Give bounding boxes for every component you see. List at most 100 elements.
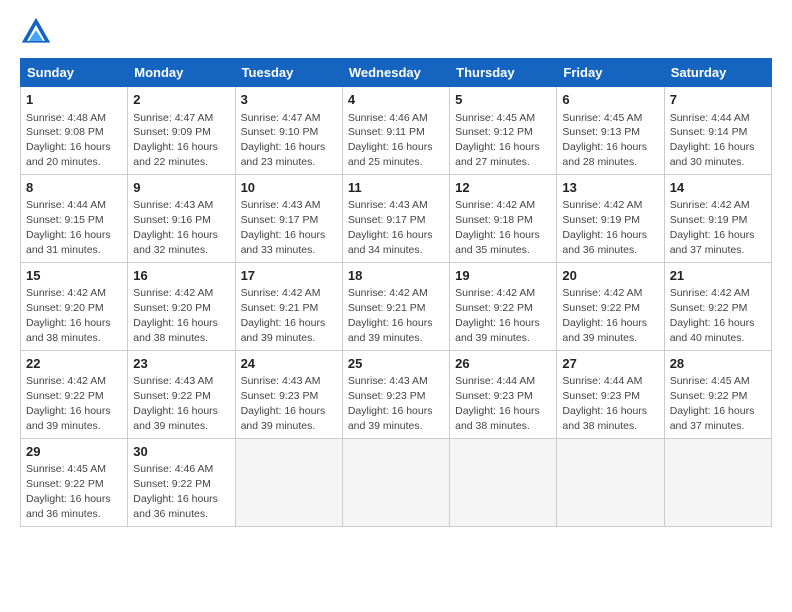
day-info: Sunrise: 4:42 AM Sunset: 9:18 PM Dayligh… bbox=[455, 199, 540, 256]
week-row-1: 1 Sunrise: 4:48 AM Sunset: 9:08 PM Daylig… bbox=[21, 87, 772, 175]
week-row-4: 22 Sunrise: 4:42 AM Sunset: 9:22 PM Dayli… bbox=[21, 350, 772, 438]
page: SundayMondayTuesdayWednesdayThursdayFrid… bbox=[0, 0, 792, 612]
day-number: 19 bbox=[455, 267, 551, 285]
logo bbox=[20, 16, 56, 48]
day-number: 14 bbox=[670, 179, 766, 197]
day-number: 18 bbox=[348, 267, 444, 285]
day-info: Sunrise: 4:43 AM Sunset: 9:16 PM Dayligh… bbox=[133, 199, 218, 256]
day-cell: 20 Sunrise: 4:42 AM Sunset: 9:22 PM Dayli… bbox=[557, 262, 664, 350]
day-info: Sunrise: 4:42 AM Sunset: 9:22 PM Dayligh… bbox=[455, 287, 540, 344]
weekday-header-friday: Friday bbox=[557, 59, 664, 87]
day-number: 17 bbox=[241, 267, 337, 285]
day-cell: 9 Sunrise: 4:43 AM Sunset: 9:16 PM Daylig… bbox=[128, 174, 235, 262]
day-cell bbox=[450, 438, 557, 526]
day-cell: 4 Sunrise: 4:46 AM Sunset: 9:11 PM Daylig… bbox=[342, 87, 449, 175]
week-row-3: 15 Sunrise: 4:42 AM Sunset: 9:20 PM Dayli… bbox=[21, 262, 772, 350]
header bbox=[20, 16, 772, 48]
day-number: 29 bbox=[26, 443, 122, 461]
day-info: Sunrise: 4:46 AM Sunset: 9:11 PM Dayligh… bbox=[348, 112, 433, 169]
day-info: Sunrise: 4:42 AM Sunset: 9:19 PM Dayligh… bbox=[670, 199, 755, 256]
day-cell: 18 Sunrise: 4:42 AM Sunset: 9:21 PM Dayli… bbox=[342, 262, 449, 350]
day-number: 25 bbox=[348, 355, 444, 373]
day-number: 27 bbox=[562, 355, 658, 373]
day-number: 8 bbox=[26, 179, 122, 197]
day-number: 5 bbox=[455, 91, 551, 109]
day-number: 26 bbox=[455, 355, 551, 373]
day-cell: 25 Sunrise: 4:43 AM Sunset: 9:23 PM Dayli… bbox=[342, 350, 449, 438]
day-number: 21 bbox=[670, 267, 766, 285]
day-info: Sunrise: 4:44 AM Sunset: 9:15 PM Dayligh… bbox=[26, 199, 111, 256]
day-number: 7 bbox=[670, 91, 766, 109]
weekday-header-thursday: Thursday bbox=[450, 59, 557, 87]
day-cell: 1 Sunrise: 4:48 AM Sunset: 9:08 PM Daylig… bbox=[21, 87, 128, 175]
day-info: Sunrise: 4:42 AM Sunset: 9:22 PM Dayligh… bbox=[670, 287, 755, 344]
weekday-header-tuesday: Tuesday bbox=[235, 59, 342, 87]
day-number: 15 bbox=[26, 267, 122, 285]
day-number: 13 bbox=[562, 179, 658, 197]
day-number: 30 bbox=[133, 443, 229, 461]
day-number: 10 bbox=[241, 179, 337, 197]
day-cell: 29Sunrise: 4:45 AM Sunset: 9:22 PM Dayli… bbox=[21, 438, 128, 526]
day-number: 3 bbox=[241, 91, 337, 109]
day-number: 22 bbox=[26, 355, 122, 373]
day-info: Sunrise: 4:46 AM Sunset: 9:22 PM Dayligh… bbox=[133, 463, 218, 520]
day-info: Sunrise: 4:43 AM Sunset: 9:17 PM Dayligh… bbox=[348, 199, 433, 256]
day-cell: 26 Sunrise: 4:44 AM Sunset: 9:23 PM Dayli… bbox=[450, 350, 557, 438]
day-info: Sunrise: 4:42 AM Sunset: 9:19 PM Dayligh… bbox=[562, 199, 647, 256]
day-info: Sunrise: 4:44 AM Sunset: 9:23 PM Dayligh… bbox=[455, 375, 540, 432]
day-info: Sunrise: 4:42 AM Sunset: 9:20 PM Dayligh… bbox=[133, 287, 218, 344]
day-info: Sunrise: 4:45 AM Sunset: 9:22 PM Dayligh… bbox=[670, 375, 755, 432]
day-cell: 14 Sunrise: 4:42 AM Sunset: 9:19 PM Dayli… bbox=[664, 174, 771, 262]
day-number: 1 bbox=[26, 91, 122, 109]
day-number: 6 bbox=[562, 91, 658, 109]
day-cell: 13 Sunrise: 4:42 AM Sunset: 9:19 PM Dayli… bbox=[557, 174, 664, 262]
day-cell: 17Sunrise: 4:42 AM Sunset: 9:21 PM Dayli… bbox=[235, 262, 342, 350]
day-info: Sunrise: 4:45 AM Sunset: 9:13 PM Dayligh… bbox=[562, 112, 647, 169]
day-number: 4 bbox=[348, 91, 444, 109]
day-cell bbox=[664, 438, 771, 526]
day-info: Sunrise: 4:43 AM Sunset: 9:23 PM Dayligh… bbox=[348, 375, 433, 432]
day-cell: 22 Sunrise: 4:42 AM Sunset: 9:22 PM Dayli… bbox=[21, 350, 128, 438]
weekday-header-monday: Monday bbox=[128, 59, 235, 87]
day-cell: 7 Sunrise: 4:44 AM Sunset: 9:14 PM Daylig… bbox=[664, 87, 771, 175]
day-cell: 11 Sunrise: 4:43 AM Sunset: 9:17 PM Dayli… bbox=[342, 174, 449, 262]
day-info: Sunrise: 4:42 AM Sunset: 9:22 PM Dayligh… bbox=[562, 287, 647, 344]
day-number: 9 bbox=[133, 179, 229, 197]
day-cell: 3 Sunrise: 4:47 AM Sunset: 9:10 PM Daylig… bbox=[235, 87, 342, 175]
day-cell: 10 Sunrise: 4:43 AM Sunset: 9:17 PM Dayli… bbox=[235, 174, 342, 262]
week-row-2: 8 Sunrise: 4:44 AM Sunset: 9:15 PM Daylig… bbox=[21, 174, 772, 262]
day-info: Sunrise: 4:43 AM Sunset: 9:22 PM Dayligh… bbox=[133, 375, 218, 432]
day-cell bbox=[557, 438, 664, 526]
day-number: 20 bbox=[562, 267, 658, 285]
day-cell: 21 Sunrise: 4:42 AM Sunset: 9:22 PM Dayli… bbox=[664, 262, 771, 350]
day-info: Sunrise: 4:44 AM Sunset: 9:14 PM Dayligh… bbox=[670, 112, 755, 169]
day-number: 2 bbox=[133, 91, 229, 109]
calendar-table: SundayMondayTuesdayWednesdayThursdayFrid… bbox=[20, 58, 772, 527]
day-cell bbox=[235, 438, 342, 526]
day-cell: 16 Sunrise: 4:42 AM Sunset: 9:20 PM Dayli… bbox=[128, 262, 235, 350]
day-info: Sunrise: 4:44 AM Sunset: 9:23 PM Dayligh… bbox=[562, 375, 647, 432]
day-cell: 6 Sunrise: 4:45 AM Sunset: 9:13 PM Daylig… bbox=[557, 87, 664, 175]
weekday-header-row: SundayMondayTuesdayWednesdayThursdayFrid… bbox=[21, 59, 772, 87]
day-cell: 8 Sunrise: 4:44 AM Sunset: 9:15 PM Daylig… bbox=[21, 174, 128, 262]
day-info: Sunrise: 4:43 AM Sunset: 9:23 PM Dayligh… bbox=[241, 375, 326, 432]
logo-icon bbox=[20, 16, 52, 48]
day-number: 11 bbox=[348, 179, 444, 197]
day-number: 16 bbox=[133, 267, 229, 285]
weekday-header-saturday: Saturday bbox=[664, 59, 771, 87]
day-cell: 5 Sunrise: 4:45 AM Sunset: 9:12 PM Daylig… bbox=[450, 87, 557, 175]
day-cell: 30 Sunrise: 4:46 AM Sunset: 9:22 PM Dayli… bbox=[128, 438, 235, 526]
day-info: Sunrise: 4:43 AM Sunset: 9:17 PM Dayligh… bbox=[241, 199, 326, 256]
day-info: Sunrise: 4:47 AM Sunset: 9:10 PM Dayligh… bbox=[241, 112, 326, 169]
day-info: Sunrise: 4:48 AM Sunset: 9:08 PM Dayligh… bbox=[26, 112, 111, 169]
day-cell: 19 Sunrise: 4:42 AM Sunset: 9:22 PM Dayli… bbox=[450, 262, 557, 350]
day-cell: 28Sunrise: 4:45 AM Sunset: 9:22 PM Dayli… bbox=[664, 350, 771, 438]
day-info: Sunrise: 4:42 AM Sunset: 9:21 PM Dayligh… bbox=[348, 287, 433, 344]
day-cell: 23Sunrise: 4:43 AM Sunset: 9:22 PM Dayli… bbox=[128, 350, 235, 438]
day-cell bbox=[342, 438, 449, 526]
day-info: Sunrise: 4:45 AM Sunset: 9:12 PM Dayligh… bbox=[455, 112, 540, 169]
day-info: Sunrise: 4:42 AM Sunset: 9:20 PM Dayligh… bbox=[26, 287, 111, 344]
weekday-header-sunday: Sunday bbox=[21, 59, 128, 87]
day-info: Sunrise: 4:42 AM Sunset: 9:22 PM Dayligh… bbox=[26, 375, 111, 432]
weekday-header-wednesday: Wednesday bbox=[342, 59, 449, 87]
